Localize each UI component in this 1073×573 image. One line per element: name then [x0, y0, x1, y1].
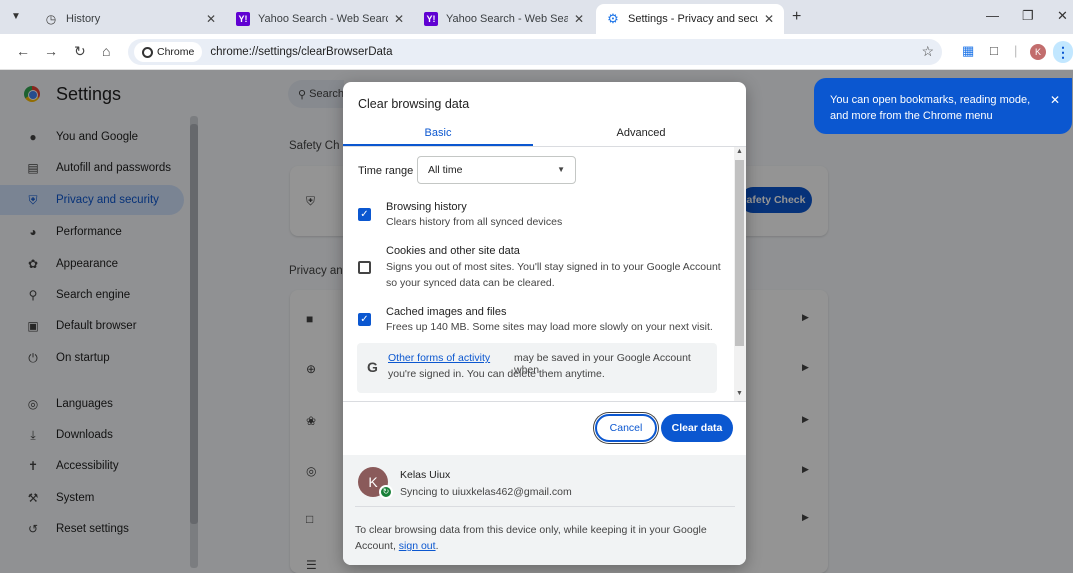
clear-data-button[interactable]: Clear data	[661, 414, 733, 442]
yahoo-icon: Y!	[236, 12, 250, 26]
option-desc: Clears history from all synced devices	[386, 216, 563, 228]
chip-label: Chrome	[157, 46, 195, 58]
tab-label: Settings - Privacy and security	[628, 13, 758, 25]
close-icon[interactable]: ✕	[1050, 92, 1060, 108]
chrome-menu-callout: You can open bookmarks, reading mode, an…	[814, 78, 1072, 134]
footer-note-suffix: .	[435, 540, 439, 552]
home-icon[interactable]: ⌂	[102, 43, 110, 59]
divider	[343, 146, 746, 147]
option-title: Cookies and other site data	[386, 245, 520, 257]
tab-advanced[interactable]: Advanced	[543, 124, 739, 146]
footer-note-prefix: Account,	[355, 540, 396, 552]
footer-note: Account, sign out.	[355, 540, 438, 552]
close-icon[interactable]: ✕	[574, 12, 584, 26]
scroll-down-icon[interactable]: ▼	[736, 390, 743, 397]
tab-history[interactable]: ◷ History ✕	[34, 4, 226, 34]
close-icon[interactable]: ✕	[764, 12, 774, 26]
scroll-up-icon[interactable]: ▲	[736, 148, 743, 155]
account-sync-status: Syncing to uiuxkelas462@gmail.com	[400, 486, 572, 498]
google-activity-info: G Other forms of activity may be saved i…	[357, 343, 717, 393]
dialog-title: Clear browsing data	[358, 97, 470, 111]
sign-out-link[interactable]: sign out	[399, 540, 436, 552]
translate-icon[interactable]: ▦	[962, 43, 974, 59]
extensions-icon[interactable]: □	[990, 43, 998, 58]
callout-text: You can open bookmarks, reading mode, an…	[830, 94, 1031, 122]
url-text[interactable]: chrome://settings/clearBrowserData	[210, 46, 392, 58]
time-range-value: All time	[428, 164, 463, 176]
minimize-icon[interactable]: —	[986, 8, 999, 23]
history-icon: ◷	[45, 12, 57, 26]
footer-note: To clear browsing data from this device …	[355, 524, 707, 536]
address-bar[interactable]: Chrome chrome://settings/clearBrowserDat…	[128, 39, 942, 65]
tab-basic[interactable]: Basic	[343, 124, 533, 146]
option-title: Cached images and files	[386, 306, 507, 318]
divider	[355, 506, 735, 507]
back-icon[interactable]: ←	[16, 43, 30, 59]
restore-icon[interactable]: ❐	[1022, 8, 1034, 24]
window-close-icon[interactable]: ✕	[1057, 8, 1068, 24]
tab-label: Yahoo Search - Web Search	[446, 13, 568, 25]
tab-strip: ▼ ◷ History ✕ Y! Yahoo Search - Web Sear…	[0, 0, 1073, 34]
browser-toolbar: ← → ↻ ⌂ Chrome chrome://settings/clearBr…	[0, 34, 1073, 70]
dialog-footer: K ↻ Kelas Uiux Syncing to uiuxkelas462@g…	[343, 455, 746, 565]
site-chip[interactable]: Chrome	[134, 42, 203, 62]
time-range-select[interactable]: All time ▼	[417, 156, 576, 184]
reload-icon[interactable]: ↻	[74, 43, 86, 60]
info-text: you're signed in. You can delete them an…	[388, 368, 605, 380]
forward-icon[interactable]: →	[44, 43, 58, 59]
profile-avatar[interactable]: K	[1030, 44, 1046, 60]
dropdown-caret-icon: ▼	[557, 165, 565, 174]
yahoo-icon: Y!	[424, 12, 438, 26]
google-icon: G	[367, 359, 378, 375]
close-icon[interactable]: ✕	[206, 12, 216, 26]
tab-search-icon[interactable]: ▼	[8, 9, 24, 25]
chrome-menu-icon[interactable]: ⋮	[1053, 41, 1073, 63]
other-activity-link[interactable]: Other forms of activity	[388, 352, 490, 364]
option-desc: Signs you out of most sites. You'll stay…	[386, 261, 721, 289]
option-title: Browsing history	[386, 201, 467, 213]
tab-settings[interactable]: ⚙ Settings - Privacy and security ✕	[596, 4, 784, 34]
toolbar-divider: |	[1014, 43, 1018, 58]
gear-icon: ⚙	[607, 11, 619, 26]
cancel-button[interactable]: Cancel	[595, 414, 657, 442]
cookies-checkbox[interactable]	[358, 261, 371, 274]
browsing-history-checkbox[interactable]: ✓	[358, 208, 371, 221]
divider	[343, 401, 746, 402]
tab-yahoo-1[interactable]: Y! Yahoo Search - Web Search ✕	[226, 4, 414, 34]
tab-label: Yahoo Search - Web Search	[258, 13, 388, 25]
time-range-label: Time range	[358, 165, 414, 177]
close-icon[interactable]: ✕	[394, 12, 404, 26]
clear-browsing-data-dialog: Clear browsing data Basic Advanced Time …	[343, 82, 746, 565]
tab-yahoo-2[interactable]: Y! Yahoo Search - Web Search ✕	[414, 4, 594, 34]
tab-label: History	[66, 13, 101, 25]
account-name: Kelas Uiux	[400, 469, 451, 481]
option-desc: Frees up 140 MB. Some sites may load mor…	[386, 321, 713, 333]
sync-icon: ↻	[379, 485, 393, 499]
chrome-icon	[142, 46, 153, 58]
dialog-scrollbar-thumb[interactable]	[735, 160, 744, 346]
new-tab-icon[interactable]: +	[792, 8, 801, 26]
cached-images-checkbox[interactable]: ✓	[358, 313, 371, 326]
bookmark-star-icon[interactable]: ☆	[921, 43, 934, 60]
